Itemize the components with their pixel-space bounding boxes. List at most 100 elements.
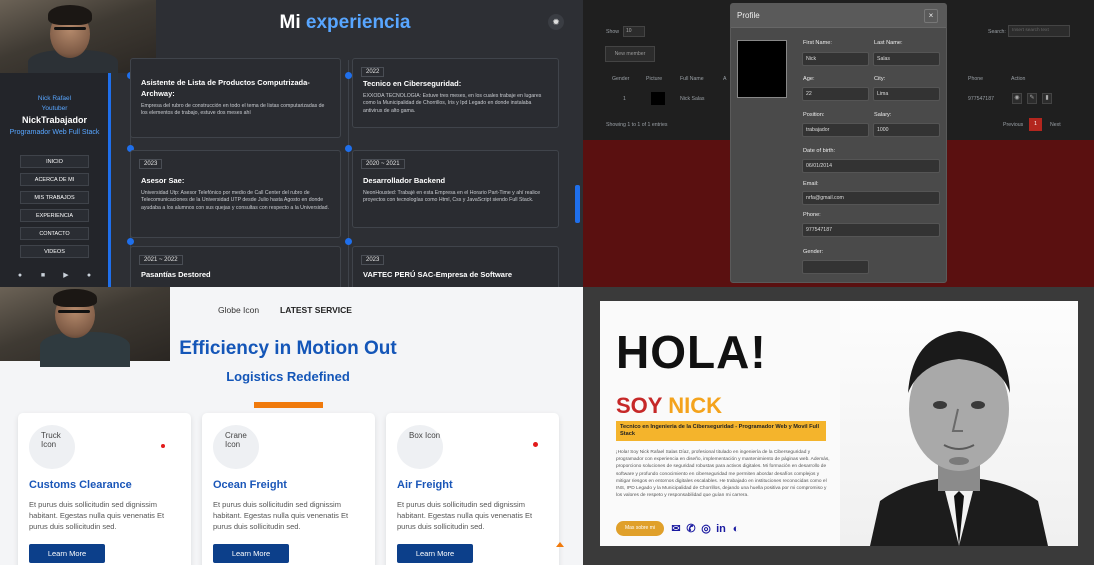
service-text: Et purus duis sollicitudin sed dignissim… [397,500,533,531]
soy-text: SOY [616,393,663,418]
card-year: 2021 ~ 2022 [139,255,183,265]
timeline-line-right [348,60,349,287]
card-desc: Universidad Utp: Asesor Telefónico por m… [141,190,330,211]
email-icon[interactable]: ✉ [670,523,682,535]
service-title: Air Freight [397,479,453,491]
indicator-dot [533,442,538,447]
menu-trabajos[interactable]: MIS TRABAJOS [20,191,89,204]
page-1-button[interactable]: 1 [1029,118,1042,131]
hero-subtitle: Logistics Redefined [226,369,350,384]
whatsapp-icon[interactable]: ✆ [685,523,697,535]
card-title: Pasantías Destored [141,270,211,279]
next-button[interactable]: Next [1050,122,1061,128]
portfolio-window: Nick Rafael Youtuber NickTrabajador Prog… [0,0,583,287]
accent-bar [254,402,323,408]
page-title: Mi experiencia [200,12,490,34]
age-field[interactable]: 22 [802,87,869,101]
menu-acerca[interactable]: ACERCA DE MI [20,173,89,186]
sidebar-role: Programador Web Full Stack [9,129,100,136]
new-member-button[interactable]: New member [605,46,655,62]
service-title: Ocean Freight [213,479,287,491]
col-picture[interactable]: Picture [646,76,662,82]
service-card: Box Icon Air Freight Et purus duis solli… [386,413,559,565]
github-icon[interactable]: ● [16,272,24,280]
experience-card: 2023 Asesor Sae: Universidad Utp: Asesor… [130,150,341,238]
row-picture [651,92,665,105]
experience-card: Asistente de Lista de Productos Computri… [130,58,341,138]
col-fullname[interactable]: Full Name [680,76,704,82]
col-action[interactable]: Action [1011,76,1025,82]
youtube-icon[interactable]: ▶ [62,272,70,280]
search-input[interactable]: Insert search text [1008,25,1070,37]
menu-experiencia[interactable]: EXPERIENCIA [20,209,89,222]
phone-field[interactable]: 977547187 [802,223,940,237]
hero-soy: SOY NICK [616,393,722,419]
gear-icon[interactable]: ✹ [548,14,564,30]
indicator-dot [161,444,165,448]
menu-inicio[interactable]: INICIO [20,155,89,168]
mas-sobre-mi-button[interactable]: Mas sobre mi [616,521,664,536]
datatable-window: Show 10 Search: Insert search text New m… [583,0,1094,287]
globe-icon: Globe Icon [218,305,260,315]
close-button[interactable]: × [924,9,938,23]
dob-field[interactable]: 06/01/2014 [802,159,940,173]
menu-videos[interactable]: VIDEOS [20,245,89,258]
linkedin-icon[interactable]: in [715,523,727,535]
card-year: 2023 [361,255,385,265]
gender-field[interactable] [802,260,869,274]
label-position: Position: [803,112,825,118]
label-age: Age: [803,76,815,82]
email-field[interactable]: nrfa@gmail.com [802,191,940,205]
label-city: City: [874,76,886,82]
service-text: Et purus duis sollicitudin sed dignissim… [213,500,349,531]
modal-header: Profile × [731,4,946,28]
profile-modal: Profile × First Name: Nick Last Name: Sa… [730,3,947,283]
view-icon[interactable]: ◉ [1012,93,1022,104]
github-icon[interactable]: ◐ [730,523,742,535]
col-phone[interactable]: Phone [968,76,983,82]
menu-contacto[interactable]: CONTACTO [20,227,89,240]
salary-field[interactable]: 1000 [873,123,940,137]
timeline-dot [345,145,352,152]
edit-icon[interactable]: ✎ [1027,93,1037,104]
instagram-icon[interactable]: ◎ [700,523,712,535]
card-year: 2023 [139,159,163,169]
firstname-field[interactable]: Nick [802,52,869,66]
scrollbar-thumb[interactable] [575,185,580,223]
lastname-field[interactable]: Salas [873,52,940,66]
learn-more-button[interactable]: Learn More [29,544,105,563]
city-field[interactable]: Lima [873,87,940,101]
search-label: Search: [988,29,1006,35]
learn-more-button[interactable]: Learn More [213,544,289,563]
latest-service-label: LATEST SERVICE [280,305,352,315]
scroll-top-icon[interactable] [556,542,564,547]
card-year: 2022 [361,67,385,77]
sidebar-name: Nick Rafael [37,95,72,102]
show-entries-select[interactable]: 10 [623,26,645,37]
timeline-dot [127,238,134,245]
prev-button[interactable]: Previous [1003,122,1023,128]
learn-more-button[interactable]: Learn More [397,544,473,563]
position-field[interactable]: trabajador [802,123,869,137]
logistics-window: Globe Icon LATEST SERVICE Efficiency in … [0,287,583,565]
entries-info: Showing 1 to 1 of 1 entries [606,122,668,128]
box-icon: Box Icon [397,425,443,469]
cell-gender: 1 [623,96,626,102]
linkedin-icon[interactable]: ■ [39,272,47,280]
crane-icon: Crane Icon [213,425,259,469]
card-desc: NeonHousted: Trabajé en esta Empresa en … [363,190,541,204]
col-age[interactable]: A [723,76,726,82]
cell-name: Nick Salas [680,96,705,102]
hero-section: HOLA! SOY NICK Tecnico en Ingenieria de … [600,301,1078,546]
modal-title: Profile [737,11,760,20]
card-title: Asesor Sae: [141,176,185,185]
card-title: Desarrollador Backend [363,176,446,185]
card-title: Tecnico en Ciberseguridad: [363,79,462,88]
label-phone: Phone: [803,212,821,218]
facebook-icon[interactable]: ● [85,272,93,280]
portrait-photo [840,301,1078,546]
delete-icon[interactable]: ▮ [1042,93,1052,104]
label-lastname: Last Name: [874,40,903,46]
col-gender[interactable]: Gender [612,76,629,82]
bio-text: ¡Hola! Soy Nick Rafael Salas Díaz, profe… [616,450,830,499]
